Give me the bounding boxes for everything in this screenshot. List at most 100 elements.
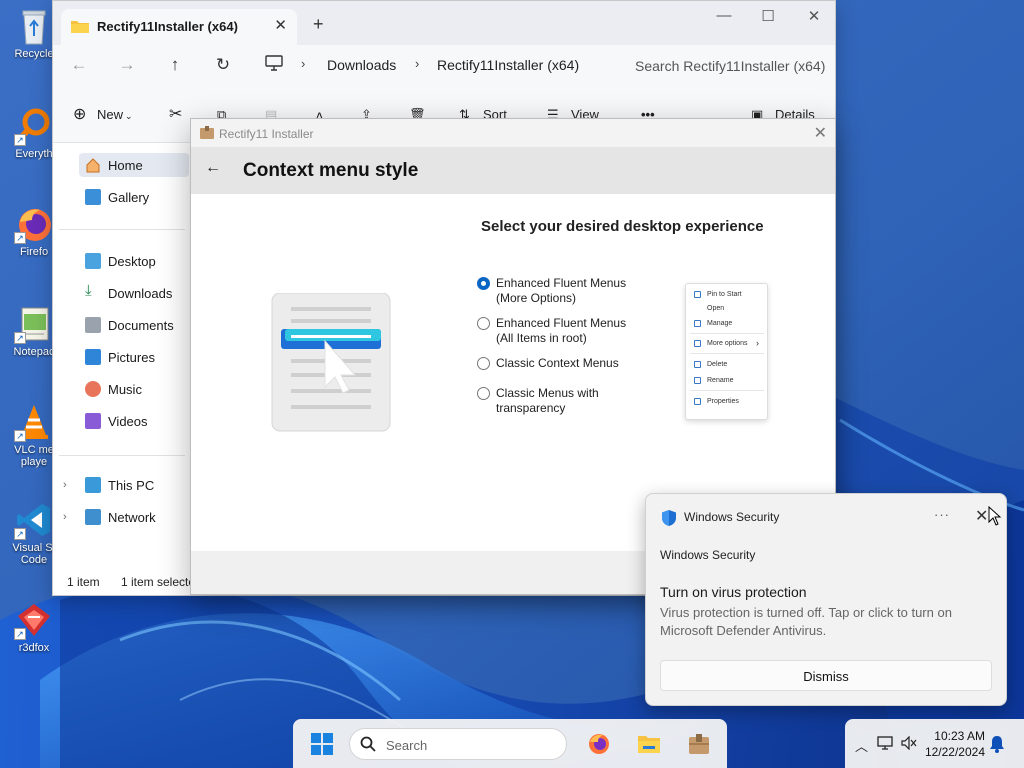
- nav-label: Desktop: [108, 254, 156, 269]
- status-selected-count: 1 item selecte: [121, 575, 196, 589]
- taskbar-clock[interactable]: 10:23 AM 12/22/2024: [923, 728, 985, 760]
- option-classic-context-menus[interactable]: Classic Context Menus: [477, 356, 657, 374]
- radio-unchecked-icon[interactable]: [477, 357, 490, 370]
- explorer-navigation-pane: Home Gallery Desktop ⤓ Downloads Documen…: [53, 143, 189, 563]
- installer-subtitle: Select your desired desktop experience: [481, 218, 764, 235]
- notification-source: Windows Security: [660, 548, 756, 562]
- dismiss-button[interactable]: Dismiss: [660, 660, 992, 691]
- preview-divider: [690, 390, 764, 391]
- nav-label: Music: [108, 382, 142, 397]
- chevron-right-icon: ›: [756, 338, 759, 348]
- new-tab-icon[interactable]: +: [313, 14, 324, 35]
- recycle-bin-icon: [14, 6, 54, 46]
- breadcrumb-chevron-icon[interactable]: ›: [415, 56, 419, 71]
- explorer-address-bar: ← → ↑ ↻ › Downloads › Rectify11Installer…: [53, 45, 835, 87]
- nav-item-gallery[interactable]: Gallery: [85, 185, 195, 209]
- nav-item-desktop[interactable]: Desktop: [85, 249, 195, 273]
- explorer-search-input[interactable]: Search Rectify11Installer (x64): [621, 51, 827, 81]
- preview-item: More options ›: [694, 338, 764, 349]
- taskbar-search-input[interactable]: Search: [349, 728, 567, 760]
- forward-arrow-icon[interactable]: →: [115, 55, 139, 77]
- chevron-up-icon[interactable]: ︿: [855, 736, 868, 755]
- option-label-line2: (More Options): [496, 291, 577, 305]
- explorer-tab[interactable]: Rectify11Installer (x64) ✕: [61, 9, 297, 45]
- option-label-line2: (All Items in root): [496, 331, 587, 345]
- clock-time: 10:23 AM: [934, 729, 985, 743]
- radio-unchecked-icon[interactable]: [477, 317, 490, 330]
- notepad-icon: ↗: [14, 304, 54, 344]
- context-menu-illustration-icon: [271, 292, 391, 433]
- nav-item-videos[interactable]: Videos: [85, 409, 195, 433]
- desktop-icon-r3dfox[interactable]: ↗ r3dfox: [4, 598, 64, 670]
- mouse-cursor-icon: [988, 505, 1002, 526]
- notification-close-icon[interactable]: ✕: [975, 506, 988, 526]
- this-pc-icon[interactable]: [265, 55, 283, 71]
- breadcrumb-current-folder[interactable]: Rectify11Installer (x64): [437, 57, 579, 73]
- installer-package-icon: [200, 126, 214, 139]
- status-item-count: 1 item: [67, 575, 100, 589]
- pin-icon: [694, 291, 701, 298]
- option-label: Enhanced Fluent Menus: [496, 276, 627, 290]
- desktop-folder-icon: [85, 253, 101, 269]
- notification-body: Virus protection is turned off. Tap or c…: [660, 605, 952, 638]
- nav-item-documents[interactable]: Documents: [85, 313, 195, 337]
- expand-chevron-icon[interactable]: ›: [63, 479, 67, 491]
- notification-more-icon[interactable]: ···: [934, 507, 950, 522]
- expand-chevron-icon[interactable]: ›: [63, 511, 67, 523]
- option-enhanced-fluent-more-options[interactable]: Enhanced Fluent Menus (More Options): [477, 276, 657, 308]
- up-arrow-icon[interactable]: ↑: [163, 55, 187, 77]
- volume-muted-icon[interactable]: [901, 735, 917, 753]
- this-pc-icon: [85, 477, 101, 493]
- radio-unchecked-icon[interactable]: [477, 387, 490, 400]
- tab-close-icon[interactable]: ✕: [274, 16, 287, 34]
- new-plus-icon[interactable]: ⊕: [73, 104, 86, 124]
- maximize-icon[interactable]: ☐: [745, 7, 791, 25]
- downloads-icon: ⤓: [85, 282, 92, 299]
- preview-item: Manage: [694, 319, 764, 329]
- context-menu-preview: Pin to Start Open Manage More options › D…: [685, 283, 768, 420]
- windows-start-icon[interactable]: [311, 733, 333, 755]
- explorer-tab-title: Rectify11Installer (x64): [97, 19, 238, 34]
- nav-item-network[interactable]: Network: [85, 505, 195, 529]
- home-icon: [85, 157, 101, 173]
- firefox-icon: ↗: [14, 204, 54, 244]
- back-arrow-icon[interactable]: ←: [67, 55, 91, 77]
- option-enhanced-fluent-all-items[interactable]: Enhanced Fluent Menus (All Items in root…: [477, 316, 657, 348]
- chevron-down-icon[interactable]: ⌄: [125, 111, 133, 122]
- network-status-icon[interactable]: [877, 736, 893, 753]
- search-icon: [360, 736, 376, 752]
- cut-icon[interactable]: ✂: [169, 104, 182, 124]
- back-arrow-icon[interactable]: ←: [205, 159, 221, 177]
- installer-page-header: ← Context menu style: [191, 147, 835, 194]
- option-classic-menus-transparency[interactable]: Classic Menus with transparency: [477, 386, 657, 418]
- breadcrumb-chevron-icon[interactable]: ›: [301, 56, 305, 71]
- taskbar-firefox-icon[interactable]: [587, 732, 611, 756]
- notification-app-name: Windows Security: [684, 510, 780, 524]
- nav-label: Home: [108, 158, 143, 173]
- new-button[interactable]: New: [97, 107, 123, 122]
- shortcut-arrow-icon: ↗: [14, 430, 26, 442]
- vlc-icon: ↗: [14, 402, 54, 442]
- videos-icon: [85, 413, 101, 429]
- nav-item-downloads[interactable]: ⤓ Downloads: [85, 281, 195, 305]
- nav-label: This PC: [108, 478, 155, 493]
- windows-security-notification[interactable]: Windows Security ··· ✕ Windows Security …: [645, 493, 1007, 706]
- refresh-icon[interactable]: ↻: [211, 55, 235, 77]
- taskbar-installer-icon[interactable]: [687, 732, 711, 756]
- breadcrumb-downloads[interactable]: Downloads: [327, 57, 396, 73]
- nav-item-music[interactable]: Music: [85, 377, 195, 401]
- delete-icon: [694, 361, 701, 368]
- close-window-icon[interactable]: ✕: [791, 7, 837, 25]
- page-title: Context menu style: [243, 160, 419, 181]
- taskbar: Search: [293, 719, 727, 768]
- nav-item-home[interactable]: Home: [79, 153, 189, 177]
- nav-item-pictures[interactable]: Pictures: [85, 345, 195, 369]
- nav-item-this-pc[interactable]: This PC: [85, 473, 195, 497]
- radio-checked-icon[interactable]: [477, 277, 490, 290]
- shortcut-arrow-icon: ↗: [14, 134, 26, 146]
- rename-icon: [694, 377, 701, 384]
- minimize-icon[interactable]: —: [701, 7, 747, 24]
- notification-bell-icon[interactable]: [989, 735, 1005, 753]
- taskbar-file-explorer-icon[interactable]: [637, 732, 661, 756]
- installer-close-icon[interactable]: ✕: [814, 123, 827, 143]
